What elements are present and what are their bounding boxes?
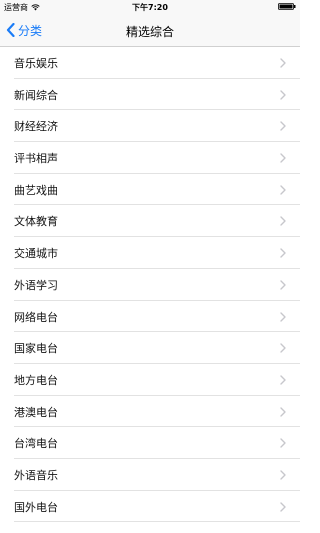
list-item-label: 台湾电台 bbox=[14, 437, 58, 451]
list-item[interactable]: 国家电台 bbox=[0, 332, 300, 364]
chevron-right-icon bbox=[280, 248, 286, 258]
list-item-label: 交通城市 bbox=[14, 247, 58, 261]
list-item[interactable]: 港澳电台 bbox=[0, 396, 300, 428]
list-item[interactable]: 文体教育 bbox=[0, 205, 300, 237]
chevron-right-icon bbox=[280, 58, 286, 68]
navigation-bar: 分类 精选综合 bbox=[0, 14, 300, 47]
chevron-right-icon bbox=[280, 375, 286, 385]
list-item[interactable]: 新闻综合 bbox=[0, 79, 300, 111]
chevron-right-icon bbox=[280, 311, 286, 322]
chevron-right-icon bbox=[280, 216, 286, 227]
list-item[interactable]: 财经经济 bbox=[0, 110, 300, 142]
chevron-right-icon bbox=[280, 501, 286, 512]
chevron-right-icon bbox=[280, 121, 286, 132]
list-item[interactable]: 音乐娱乐 bbox=[0, 47, 300, 79]
list-item-label: 地方电台 bbox=[14, 373, 58, 387]
list-item[interactable]: 曲艺戏曲 bbox=[0, 174, 300, 206]
list-item[interactable]: 国外电台 bbox=[0, 491, 300, 523]
list-item-label: 港澳电台 bbox=[14, 405, 58, 419]
chevron-right-icon bbox=[280, 89, 286, 100]
list-item-label: 国家电台 bbox=[14, 342, 58, 356]
page-title: 精选综合 bbox=[125, 25, 174, 39]
status-bar: 运营商 下午7:20 bbox=[0, 0, 300, 14]
list-item-label: 外语学习 bbox=[14, 278, 58, 292]
chevron-right-icon bbox=[280, 470, 286, 480]
list-item-label: 文体教育 bbox=[14, 215, 58, 229]
chevron-right-icon bbox=[280, 153, 286, 163]
battery-icon bbox=[278, 3, 296, 10]
list-item[interactable]: 交通城市 bbox=[0, 237, 300, 269]
list-item-label: 国外电台 bbox=[14, 500, 58, 514]
list-item[interactable]: 台湾电台 bbox=[0, 427, 300, 459]
list-item-label: 外语音乐 bbox=[14, 468, 58, 482]
screen: 运营商 下午7:20 分类 精选综合 音乐娱乐新闻综合财经经济评书相声曲艺戏曲文… bbox=[0, 0, 300, 533]
list-item[interactable]: 网络电台 bbox=[0, 301, 300, 333]
chevron-right-icon bbox=[280, 406, 286, 417]
list-item[interactable]: 外语学习 bbox=[0, 269, 300, 301]
chevron-right-icon bbox=[280, 280, 286, 290]
list-item[interactable]: 地方电台 bbox=[0, 364, 300, 396]
list-item-label: 财经经济 bbox=[14, 120, 58, 134]
list-item-label: 新闻综合 bbox=[14, 88, 58, 102]
list-item-label: 曲艺戏曲 bbox=[14, 183, 58, 197]
list-item-label: 音乐娱乐 bbox=[14, 57, 58, 70]
chevron-right-icon bbox=[280, 343, 286, 353]
chevron-right-icon bbox=[280, 438, 286, 448]
list-item-label: 网络电台 bbox=[14, 310, 58, 324]
list-item[interactable]: 评书相声 bbox=[0, 142, 300, 174]
category-list: 音乐娱乐新闻综合财经经济评书相声曲艺戏曲文体教育交通城市外语学习网络电台国家电台… bbox=[0, 47, 300, 523]
chevron-right-icon bbox=[280, 185, 286, 195]
list-item-label: 评书相声 bbox=[14, 152, 58, 166]
status-time: 下午7:20 bbox=[132, 3, 168, 12]
list-item[interactable]: 外语音乐 bbox=[0, 459, 300, 491]
